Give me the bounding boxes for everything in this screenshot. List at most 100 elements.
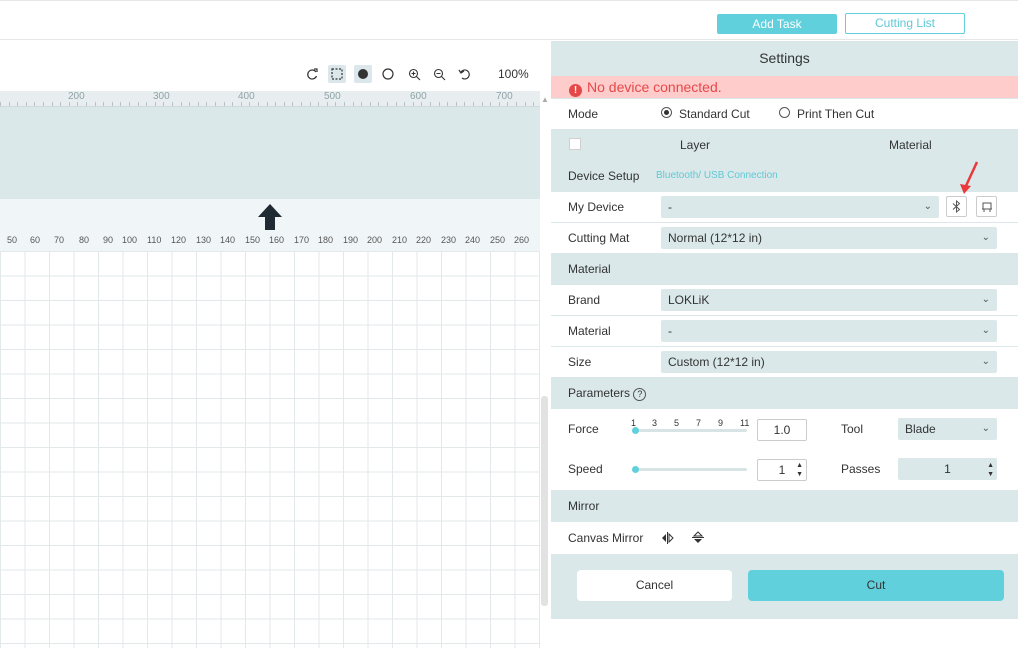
ruler-tick bbox=[387, 102, 388, 106]
cutting-mat-grid[interactable] bbox=[0, 251, 540, 648]
ruler-tick bbox=[275, 102, 277, 106]
scrollbar-thumb[interactable] bbox=[541, 396, 548, 606]
ruler-tick bbox=[215, 102, 216, 106]
alert-text: No device connected. bbox=[587, 79, 722, 95]
select-box-icon[interactable] bbox=[328, 65, 346, 83]
ruler-tick bbox=[232, 102, 234, 106]
ruler-label: 220 bbox=[416, 235, 432, 245]
speed-slider-knob[interactable] bbox=[632, 466, 639, 473]
cancel-button[interactable]: Cancel bbox=[577, 570, 732, 601]
mirror-section-label: Mirror bbox=[568, 499, 600, 513]
device-setup-row: Device Setup Bluetooth/ USB Connection bbox=[551, 161, 1018, 191]
standard-cut-radio[interactable] bbox=[661, 107, 672, 118]
help-icon[interactable]: ? bbox=[633, 388, 647, 401]
force-scale-label: 9 bbox=[718, 418, 724, 428]
force-slider-knob[interactable] bbox=[632, 427, 639, 434]
force-scale-label: 3 bbox=[652, 418, 658, 428]
zoom-out-icon[interactable] bbox=[430, 65, 448, 83]
ruler-label: 500 bbox=[324, 91, 341, 102]
mat-preview-band bbox=[0, 107, 540, 199]
force-scale-label: 7 bbox=[696, 418, 702, 428]
force-slider[interactable] bbox=[632, 427, 747, 434]
ruler-tick bbox=[129, 102, 130, 106]
ruler-tick bbox=[283, 102, 285, 106]
force-scale-label: 5 bbox=[674, 418, 680, 428]
my-device-select[interactable]: - ⌄ bbox=[661, 196, 939, 218]
ruler-label: 210 bbox=[392, 235, 408, 245]
canvas-toolbar: 100% bbox=[0, 65, 550, 89]
ruler-tick bbox=[94, 102, 96, 106]
material-select[interactable]: - ⌄ bbox=[661, 320, 997, 342]
cutting-mat-value: Normal (12*12 in) bbox=[668, 231, 763, 245]
no-device-alert: ! No device connected. bbox=[551, 76, 1018, 98]
circle-outline-icon[interactable] bbox=[379, 65, 397, 83]
ruler-label: 110 bbox=[147, 235, 162, 245]
cut-button[interactable]: Cut bbox=[748, 570, 1004, 601]
passes-input[interactable]: 1 ▲ ▼ bbox=[898, 458, 997, 480]
canvas-scrollbar[interactable]: ▲ bbox=[540, 91, 550, 648]
select-all-checkbox[interactable] bbox=[569, 138, 581, 150]
undo-icon[interactable] bbox=[455, 65, 473, 83]
layer-header-row: Layer Material bbox=[551, 130, 1018, 160]
brand-row: Brand LOKLiK ⌄ bbox=[551, 285, 1018, 315]
ruler-tick bbox=[404, 102, 406, 106]
ruler-tick bbox=[266, 102, 268, 106]
tool-label: Tool bbox=[841, 422, 864, 436]
ruler-label: 200 bbox=[68, 91, 85, 102]
flip-horizontal-icon[interactable] bbox=[661, 532, 674, 547]
ruler-tick bbox=[154, 102, 156, 106]
feed-arrow-icon[interactable] bbox=[257, 203, 283, 231]
speed-input[interactable]: 1 ▲ ▼ bbox=[757, 459, 807, 481]
filled-circle-icon[interactable] bbox=[354, 65, 372, 83]
mode-label: Mode bbox=[568, 107, 599, 121]
usb-icon bbox=[981, 202, 992, 212]
rotate-icon[interactable] bbox=[303, 65, 321, 83]
cutting-list-button[interactable]: Cutting List bbox=[845, 13, 965, 34]
tool-select[interactable]: Blade ⌄ bbox=[898, 418, 997, 440]
chevron-down-icon: ⌄ bbox=[981, 232, 990, 243]
size-select[interactable]: Custom (12*12 in) ⌄ bbox=[661, 351, 997, 373]
print-then-cut-label[interactable]: Print Then Cut bbox=[797, 99, 874, 129]
material-section-label: Material bbox=[568, 262, 611, 276]
cutting-mat-row: Cutting Mat Normal (12*12 in) ⌄ bbox=[551, 223, 1018, 253]
spinner-icon[interactable]: ▲ ▼ bbox=[987, 461, 994, 479]
brand-select[interactable]: LOKLiK ⌄ bbox=[661, 289, 997, 311]
my-device-value: - bbox=[668, 200, 672, 214]
add-task-button[interactable]: Add Task bbox=[717, 14, 837, 34]
force-input[interactable]: 1.0 bbox=[757, 419, 807, 441]
mirror-section-header: Mirror bbox=[551, 491, 1018, 521]
ruler-tick bbox=[412, 102, 414, 106]
material-label: Material bbox=[568, 324, 611, 338]
ruler-label: 190 bbox=[343, 235, 359, 245]
ruler-label: 300 bbox=[153, 91, 170, 102]
ruler-label: 170 bbox=[294, 235, 310, 245]
ruler-tick bbox=[481, 102, 483, 106]
chevron-down-icon: ⌄ bbox=[981, 325, 990, 336]
top-ruler: 200 300 400 500 600 700 bbox=[0, 91, 540, 107]
bluetooth-icon bbox=[952, 200, 961, 213]
ruler-tick bbox=[498, 102, 500, 106]
ruler-label: 260 bbox=[514, 235, 530, 245]
bluetooth-button[interactable] bbox=[946, 196, 967, 217]
speed-slider[interactable] bbox=[632, 466, 747, 473]
usb-button[interactable] bbox=[976, 196, 997, 217]
standard-cut-label[interactable]: Standard Cut bbox=[679, 99, 750, 129]
material-section-header: Material bbox=[551, 254, 1018, 284]
speed-label: Speed bbox=[568, 462, 603, 476]
zoom-in-icon[interactable] bbox=[405, 65, 423, 83]
material-value: - bbox=[668, 324, 672, 338]
print-then-cut-radio[interactable] bbox=[779, 107, 790, 118]
scroll-up-icon[interactable]: ▲ bbox=[541, 95, 549, 104]
cutting-mat-select[interactable]: Normal (12*12 in) ⌄ bbox=[661, 227, 997, 249]
cm-ruler: 50 60 70 80 90 100 110 120 130 140 150 1… bbox=[0, 235, 540, 251]
bluetooth-usb-link[interactable]: Bluetooth/ USB Connection bbox=[656, 161, 778, 191]
ruler-tick bbox=[43, 102, 44, 106]
ruler-label: 130 bbox=[196, 235, 212, 245]
spinner-icon[interactable]: ▲ ▼ bbox=[796, 461, 803, 479]
layer-column-header: Layer bbox=[680, 138, 711, 152]
ruler-tick bbox=[292, 102, 294, 106]
ruler-tick bbox=[8, 102, 10, 106]
ruler-tick bbox=[77, 102, 79, 106]
flip-vertical-icon[interactable] bbox=[692, 531, 704, 547]
ruler-tick bbox=[111, 102, 113, 106]
